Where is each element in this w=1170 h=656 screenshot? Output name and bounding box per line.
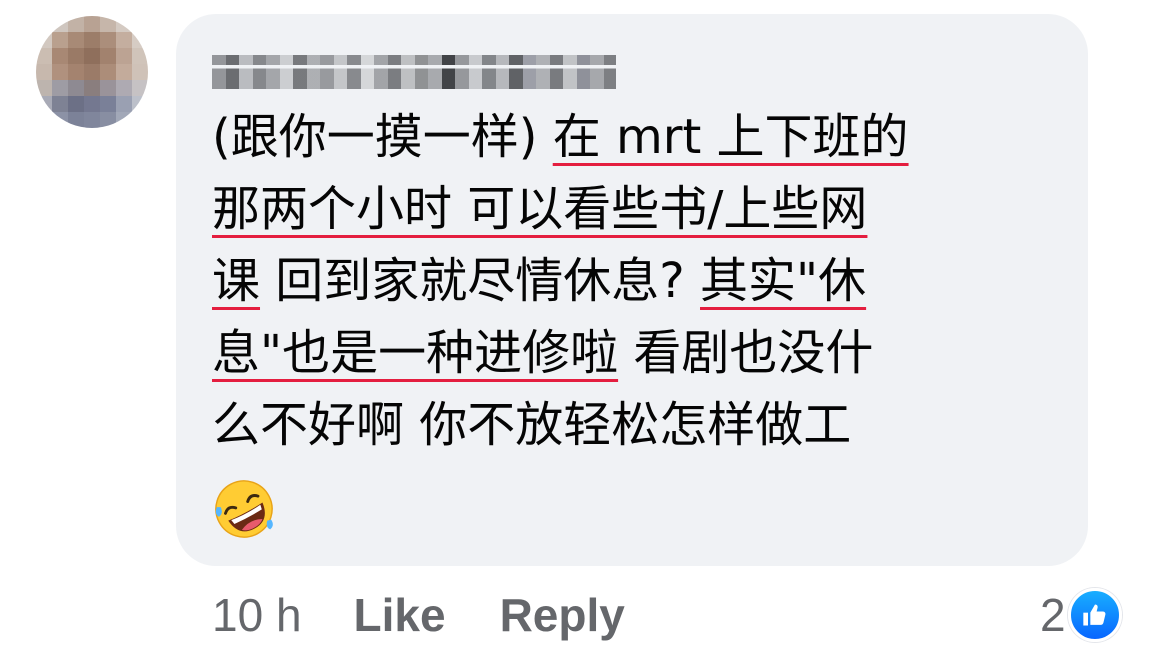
underlined-text-segment: 息"也是一种进修啦 bbox=[212, 325, 619, 381]
reaction-summary[interactable]: 2 bbox=[1040, 585, 1122, 645]
thumbs-up-icon bbox=[1082, 604, 1106, 626]
comment-text-line: (跟你一摸一样) 在 mrt 上下班的 bbox=[212, 101, 1062, 173]
comment-text-line: 那两个小时 可以看些书/上些网 bbox=[212, 173, 1062, 245]
text-segment: (跟你一摸一样) bbox=[212, 109, 553, 165]
reply-button[interactable]: Reply bbox=[500, 585, 625, 645]
comment-text-line: 么不好啊 你不放轻松怎样做工 bbox=[212, 389, 1062, 461]
like-button[interactable]: Like bbox=[354, 585, 446, 645]
comment-actions: 10 h Like Reply bbox=[212, 585, 625, 645]
comment-text-line: 息"也是一种进修啦 看剧也没什 bbox=[212, 317, 1062, 389]
underlined-text-segment: 其实"休 bbox=[700, 253, 867, 309]
reaction-count: 2 bbox=[1040, 589, 1066, 641]
underlined-text-segment: 课 bbox=[212, 253, 261, 309]
author-name[interactable] bbox=[212, 55, 616, 89]
comment-text: (跟你一摸一样) 在 mrt 上下班的 那两个小时 可以看些书/上些网课 回到家就… bbox=[212, 101, 1062, 461]
comment-timestamp[interactable]: 10 h bbox=[212, 585, 302, 645]
like-icon bbox=[1067, 588, 1122, 642]
underlined-text-segment: 在 mrt 上下班的 bbox=[552, 109, 909, 165]
comment-text-line: 课 回到家就尽情休息? 其实"休 bbox=[212, 245, 1062, 317]
avatar[interactable] bbox=[36, 16, 148, 128]
rolling-on-the-floor-laughing-emoji bbox=[215, 480, 273, 538]
underlined-text-segment: 那两个小时 可以看些书/上些网 bbox=[212, 181, 868, 237]
text-segment: 看剧也没什 bbox=[618, 325, 874, 381]
text-segment: 回到家就尽情休息? bbox=[260, 253, 701, 309]
text-segment: 么不好啊 你不放轻松怎样做工 bbox=[212, 397, 852, 453]
